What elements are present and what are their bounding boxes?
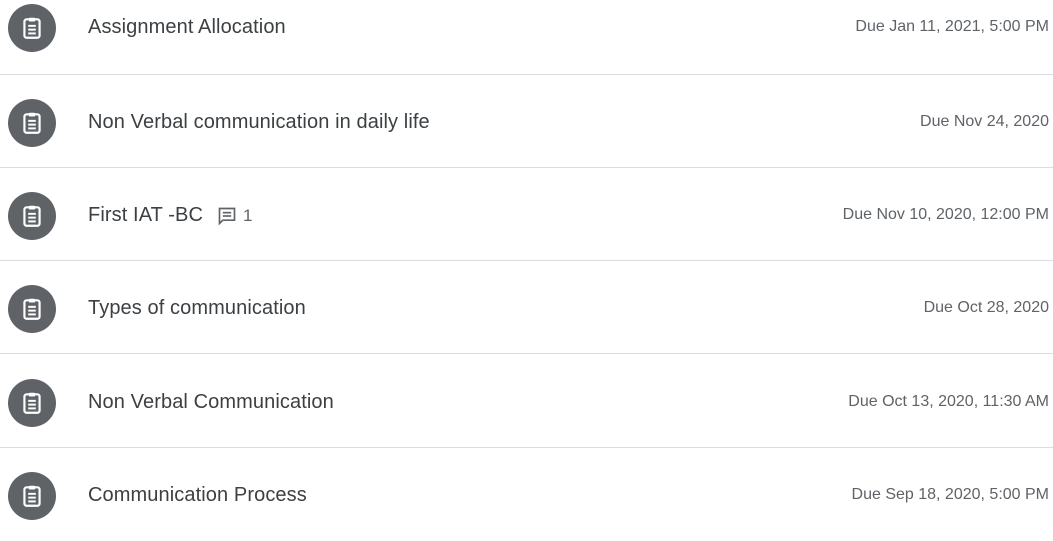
assignment-title[interactable]: Non Verbal communication in daily life xyxy=(88,111,430,134)
assignment-icon xyxy=(8,379,56,427)
assignment-due-date: Due Nov 24, 2020 xyxy=(920,113,1049,130)
assignment-due-date: Due Oct 13, 2020, 11:30 AM xyxy=(848,393,1049,410)
assignment-due-date: Due Sep 18, 2020, 5:00 PM xyxy=(851,486,1049,503)
assignment-due-date: Due Nov 10, 2020, 12:00 PM xyxy=(842,206,1049,223)
assignment-icon xyxy=(8,285,56,333)
assignment-row-communication-process[interactable]: Communication Process Due Sep 18, 2020, … xyxy=(0,448,1053,541)
assignment-due-date: Due Jan 11, 2021, 5:00 PM xyxy=(855,18,1049,35)
assignment-row-non-verbal-communication[interactable]: Non Verbal Communication Due Oct 13, 202… xyxy=(0,355,1053,448)
assignment-title[interactable]: Communication Process xyxy=(88,484,307,507)
assignment-icon xyxy=(8,99,56,147)
assignment-list: Assignment Allocation Due Jan 11, 2021, … xyxy=(0,0,1053,520)
assignment-icon xyxy=(8,4,56,52)
comment-count-value: 1 xyxy=(243,205,253,225)
assignment-row-non-verbal-daily-life[interactable]: Non Verbal communication in daily life D… xyxy=(0,75,1053,168)
assignment-row-types-of-communication[interactable]: Types of communication Due Oct 28, 2020 xyxy=(0,261,1053,354)
assignment-title[interactable]: First IAT -BC xyxy=(88,204,203,227)
comment-count: 1 xyxy=(217,206,253,226)
assignment-row-first-iat-bc[interactable]: First IAT -BC 1 Due Nov 10, 2020, 12:00 … xyxy=(0,168,1053,261)
assignment-row-assignment-allocation[interactable]: Assignment Allocation Due Jan 11, 2021, … xyxy=(0,0,1053,75)
comment-icon xyxy=(218,207,236,226)
assignment-icon xyxy=(8,192,56,240)
assignment-title[interactable]: Types of communication xyxy=(88,297,306,320)
assignment-due-date: Due Oct 28, 2020 xyxy=(923,299,1049,316)
assignment-title[interactable]: Non Verbal Communication xyxy=(88,391,334,414)
assignment-title[interactable]: Assignment Allocation xyxy=(88,16,286,39)
assignment-title-wrap: First IAT -BC 1 xyxy=(88,204,253,227)
assignment-icon xyxy=(8,472,56,520)
